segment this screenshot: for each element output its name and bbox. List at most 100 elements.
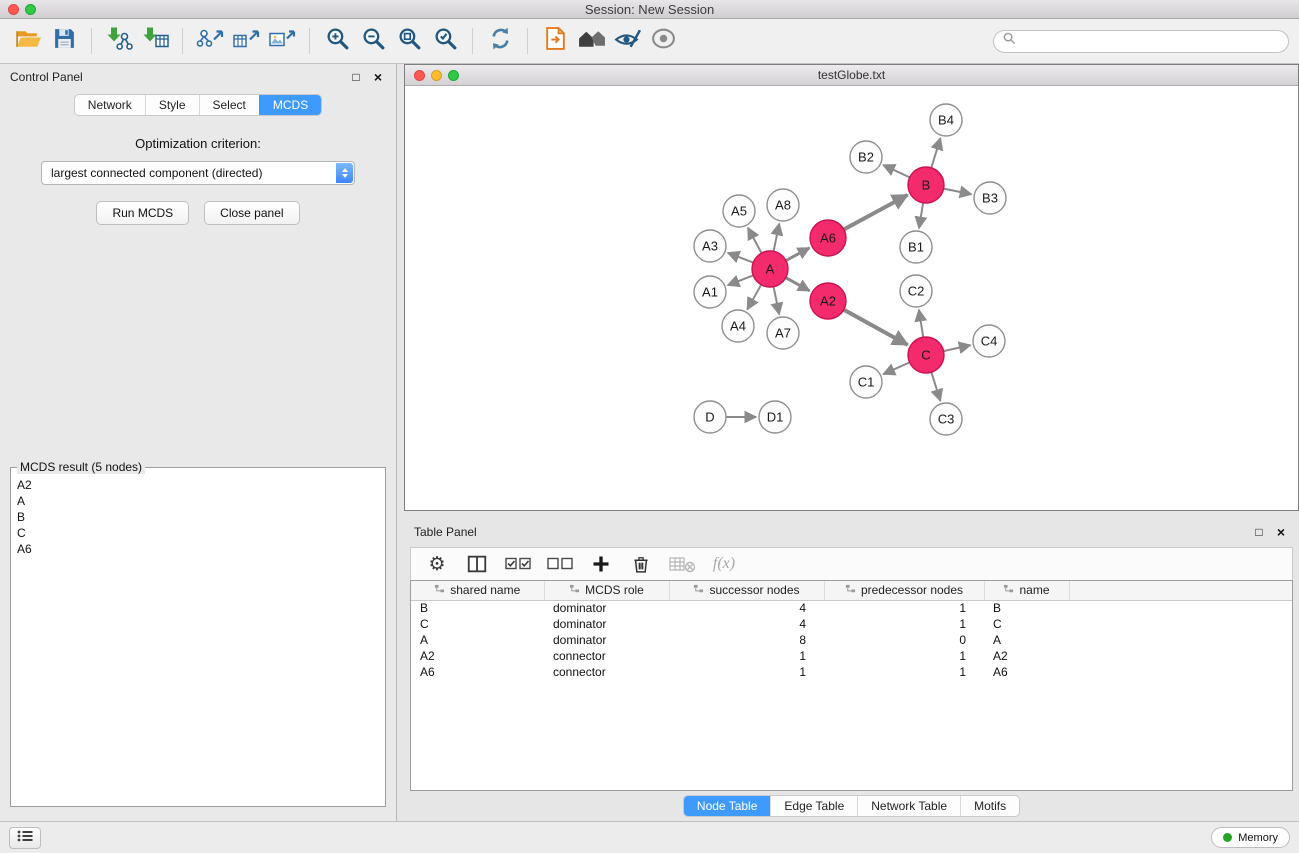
zoom-out-button[interactable] bbox=[355, 23, 391, 59]
edge-C-C4[interactable] bbox=[944, 345, 971, 351]
graph-node-A3[interactable]: A3 bbox=[694, 230, 726, 262]
close-panel-icon[interactable]: × bbox=[370, 69, 386, 85]
home-button[interactable] bbox=[573, 23, 609, 59]
open-session-button[interactable] bbox=[10, 23, 46, 59]
column-header-successor-nodes[interactable]: successor nodes bbox=[669, 581, 824, 600]
import-table-button[interactable] bbox=[137, 23, 173, 59]
open-network-file-button[interactable] bbox=[537, 23, 573, 59]
edge-B-B3[interactable] bbox=[944, 189, 972, 195]
search-input[interactable] bbox=[1021, 34, 1279, 48]
graph-node-C1[interactable]: C1 bbox=[850, 366, 882, 398]
mcds-result-item-c[interactable]: C bbox=[17, 525, 379, 541]
network-canvas[interactable]: B4 B2 B B3 A8 A5 A6 B1 A3 A C2 A1 A2 A4 A7 C4 C C1 C3 D D1 bbox=[405, 86, 1298, 510]
table-row[interactable]: A2connector11A2 bbox=[411, 648, 1292, 664]
vizmap-button[interactable] bbox=[609, 23, 645, 59]
graph-node-A4[interactable]: A4 bbox=[722, 310, 754, 342]
table-row[interactable]: Adominator80A bbox=[411, 632, 1292, 648]
table-tab-motifs[interactable]: Motifs bbox=[960, 796, 1019, 816]
table-settings-button[interactable]: ⚙ bbox=[425, 551, 449, 577]
graph-node-A5[interactable]: A5 bbox=[723, 195, 755, 227]
edge-A-A6[interactable] bbox=[786, 248, 810, 261]
export-table-button[interactable] bbox=[228, 23, 264, 59]
network-close-button[interactable] bbox=[414, 70, 425, 81]
edge-C-C2[interactable] bbox=[919, 310, 923, 337]
float-table-panel-icon[interactable]: □ bbox=[1251, 525, 1267, 539]
graph-node-B2[interactable]: B2 bbox=[850, 141, 882, 173]
graph-node-D[interactable]: D bbox=[694, 401, 726, 433]
graph-node-C4[interactable]: C4 bbox=[973, 325, 1005, 357]
show-columns-button[interactable] bbox=[465, 551, 489, 577]
mcds-result-item-a6[interactable]: A6 bbox=[17, 541, 379, 557]
optimization-criterion-dropdown[interactable]: largest connected component (directed) bbox=[41, 161, 355, 185]
graph-node-C[interactable]: C bbox=[908, 337, 944, 373]
tab-select[interactable]: Select bbox=[199, 95, 259, 115]
delete-table-button[interactable] bbox=[669, 551, 696, 577]
edge-B-B1[interactable] bbox=[919, 203, 923, 228]
graph-node-A1[interactable]: A1 bbox=[694, 276, 726, 308]
graph-node-B4[interactable]: B4 bbox=[930, 104, 962, 136]
graph-node-A2[interactable]: A2 bbox=[810, 283, 846, 319]
zoom-selected-button[interactable] bbox=[427, 23, 463, 59]
edge-C-C1[interactable] bbox=[883, 362, 909, 374]
graph-node-D1[interactable]: D1 bbox=[759, 401, 791, 433]
table-tab-network-table[interactable]: Network Table bbox=[857, 796, 960, 816]
edge-A-A2[interactable] bbox=[786, 278, 810, 291]
graph-node-A7[interactable]: A7 bbox=[767, 317, 799, 349]
memory-button[interactable]: Memory bbox=[1211, 827, 1290, 848]
close-panel-button[interactable]: Close panel bbox=[204, 201, 299, 225]
run-mcds-button[interactable]: Run MCDS bbox=[96, 201, 189, 225]
column-header-name[interactable]: name bbox=[984, 581, 1069, 600]
graph-node-A[interactable]: A bbox=[752, 251, 788, 287]
create-column-button[interactable] bbox=[589, 551, 613, 577]
mcds-result-item-a[interactable]: A bbox=[17, 493, 379, 509]
import-network-button[interactable] bbox=[101, 23, 137, 59]
zoom-in-button[interactable] bbox=[319, 23, 355, 59]
graph-node-A6[interactable]: A6 bbox=[810, 220, 846, 256]
deselect-all-button[interactable] bbox=[547, 551, 573, 577]
graph-node-B[interactable]: B bbox=[908, 167, 944, 203]
graph-node-B3[interactable]: B3 bbox=[974, 182, 1006, 214]
column-header-shared-name[interactable]: shared name bbox=[411, 581, 544, 600]
edge-A-A5[interactable] bbox=[748, 228, 762, 253]
column-header-predecessor-nodes[interactable]: predecessor nodes bbox=[824, 581, 984, 600]
table-row[interactable]: Bdominator41B bbox=[411, 600, 1292, 616]
tab-mcds[interactable]: MCDS bbox=[259, 95, 321, 115]
close-table-panel-icon[interactable]: × bbox=[1273, 524, 1289, 540]
table-tab-edge-table[interactable]: Edge Table bbox=[770, 796, 857, 816]
delete-column-button[interactable] bbox=[629, 551, 653, 577]
table-tab-node-table[interactable]: Node Table bbox=[684, 796, 771, 816]
edge-A-A4[interactable] bbox=[747, 285, 761, 310]
edge-B-B4[interactable] bbox=[931, 138, 940, 168]
zoom-window-button[interactable] bbox=[25, 4, 36, 15]
edge-A2-C[interactable] bbox=[844, 310, 908, 345]
tab-style[interactable]: Style bbox=[145, 95, 199, 115]
edge-C-C3[interactable] bbox=[931, 372, 940, 401]
export-network-button[interactable] bbox=[192, 23, 228, 59]
network-graph[interactable]: B4 B2 B B3 A8 A5 A6 B1 A3 A C2 A1 A2 A4 A7 C4 C C1 C3 D D1 bbox=[405, 86, 1298, 510]
show-graphics-details-button[interactable] bbox=[645, 23, 681, 59]
graph-node-B1[interactable]: B1 bbox=[900, 231, 932, 263]
graph-node-C3[interactable]: C3 bbox=[930, 403, 962, 435]
task-history-button[interactable] bbox=[9, 827, 41, 849]
save-session-button[interactable] bbox=[46, 23, 82, 59]
search-field[interactable] bbox=[993, 30, 1289, 53]
table-row[interactable]: A6connector11A6 bbox=[411, 664, 1292, 680]
function-builder-button[interactable]: f(x) bbox=[712, 551, 736, 577]
edge-A6-B[interactable] bbox=[844, 195, 908, 229]
mcds-result-item-a2[interactable]: A2 bbox=[17, 477, 379, 493]
column-header-mcds-role[interactable]: MCDS role bbox=[544, 581, 669, 600]
edge-A-A8[interactable] bbox=[774, 224, 780, 252]
close-window-button[interactable] bbox=[8, 4, 19, 15]
graph-node-A8[interactable]: A8 bbox=[767, 189, 799, 221]
edge-A-A3[interactable] bbox=[728, 253, 753, 263]
float-panel-icon[interactable]: □ bbox=[348, 70, 364, 84]
tab-network[interactable]: Network bbox=[75, 95, 145, 115]
export-image-button[interactable] bbox=[264, 23, 300, 59]
mcds-result-item-b[interactable]: B bbox=[17, 509, 379, 525]
apply-layout-button[interactable] bbox=[482, 23, 518, 59]
network-minimize-button[interactable] bbox=[431, 70, 442, 81]
edge-B-B2[interactable] bbox=[883, 165, 909, 177]
zoom-fit-button[interactable] bbox=[391, 23, 427, 59]
edge-A-A1[interactable] bbox=[728, 275, 753, 285]
graph-node-C2[interactable]: C2 bbox=[900, 275, 932, 307]
